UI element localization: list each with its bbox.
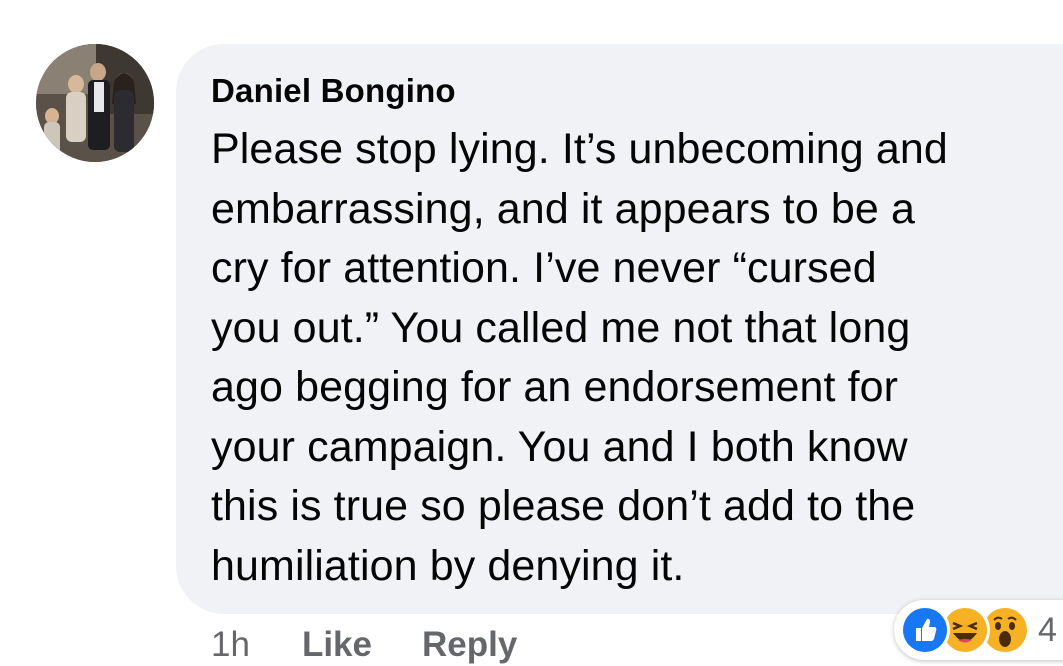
like-button[interactable]: Like <box>302 625 372 665</box>
avatar[interactable] <box>36 44 154 162</box>
like-icon <box>900 605 950 655</box>
comment-text: Please stop lying. It’s unbecoming and e… <box>211 125 948 590</box>
reaction-summary[interactable]: 4 <box>894 600 1063 660</box>
reaction-count: 4 <box>1038 610 1057 649</box>
comment-actions: 1h Like Reply <box>211 624 567 666</box>
comment-author-name[interactable]: Daniel Bongino <box>211 72 456 110</box>
comment-timestamp[interactable]: 1h <box>211 625 250 665</box>
reply-button[interactable]: Reply <box>422 625 517 665</box>
comment-screenshot: Daniel Bongino Please stop lying. It’s u… <box>0 0 1063 666</box>
